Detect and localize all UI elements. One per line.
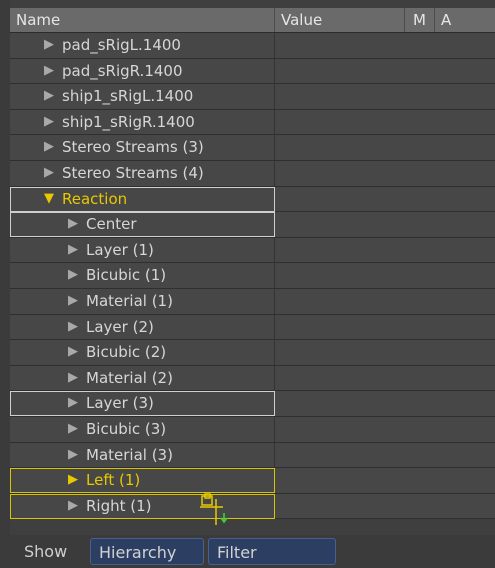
tree-row-label: Material (3) [86, 445, 173, 464]
value-cell[interactable] [275, 289, 495, 314]
value-cell[interactable] [275, 263, 495, 288]
tree-row[interactable]: ▶ Center [10, 212, 495, 238]
tree-row[interactable]: ▶ Material (3) [10, 442, 495, 469]
drag-insert-cursor-icon [200, 493, 228, 525]
tree-row[interactable]: ▶ pad_sRigR.1400 [10, 58, 495, 85]
value-cell[interactable] [275, 135, 495, 160]
tree-row-label: Layer (2) [86, 317, 154, 336]
tree-row-label: Left (1) [86, 471, 141, 490]
expand-arrow-icon[interactable]: ▶ [68, 391, 86, 415]
value-cell[interactable] [275, 468, 495, 493]
value-cell[interactable] [275, 315, 495, 340]
tree-row-label: Reaction [62, 189, 128, 208]
tree-row[interactable]: ▶ Stereo Streams (4) [10, 160, 495, 187]
tree-row[interactable]: ▶ Layer (3) [10, 391, 495, 417]
tree-row-label: Right (1) [86, 496, 152, 515]
tree-row[interactable]: ▶ ship1_sRigR.1400 [10, 109, 495, 136]
tree-row-left[interactable]: ▶ Left (1) [10, 468, 495, 494]
tree-row-label: ship1_sRigL.1400 [62, 87, 194, 106]
column-value-header[interactable]: Value [275, 8, 405, 32]
value-cell[interactable] [275, 340, 495, 365]
expand-arrow-icon[interactable]: ▶ [68, 212, 86, 236]
value-cell[interactable] [275, 391, 495, 416]
tree-row[interactable]: ▶ Bicubic (3) [10, 416, 495, 443]
expand-arrow-icon[interactable]: ▶ [44, 59, 62, 83]
expand-arrow-icon[interactable]: ▶ [44, 135, 62, 159]
tree-row-label: Layer (3) [86, 394, 154, 413]
expand-arrow-icon[interactable]: ▶ [44, 84, 62, 108]
filter-button[interactable]: Filter [208, 538, 336, 565]
column-header: Name Value M A [10, 8, 495, 33]
footer-bar: Show Hierarchy Filter [10, 535, 495, 568]
tree-list: ▶ pad_sRigL.1400 ▶ pad_sRigR.1400 ▶ ship1_s… [10, 33, 495, 520]
tree-row[interactable]: ▶ Layer (1) [10, 237, 495, 264]
expand-arrow-icon[interactable]: ▶ [68, 238, 86, 262]
value-cell[interactable] [275, 161, 495, 186]
show-label: Show [24, 542, 68, 561]
column-name-header[interactable]: Name [10, 8, 275, 32]
value-cell[interactable] [275, 417, 495, 442]
value-cell[interactable] [275, 59, 495, 84]
tree-row-label: Material (1) [86, 291, 173, 310]
tree-row-right[interactable]: ▶ Right (1) [10, 493, 495, 520]
tree-row-reaction[interactable]: ▼ Reaction [10, 186, 495, 213]
collapse-arrow-icon[interactable]: ▼ [44, 187, 62, 211]
tree-row[interactable]: ▶ Bicubic (2) [10, 340, 495, 366]
tree-row[interactable]: ▶ Material (1) [10, 288, 495, 315]
tree-row-label: Bicubic (2) [86, 343, 167, 362]
expand-arrow-icon[interactable]: ▶ [68, 494, 86, 518]
value-cell[interactable] [275, 238, 495, 263]
value-cell[interactable] [275, 110, 495, 135]
tree-row-label: pad_sRigR.1400 [62, 61, 183, 80]
tree-row-label: Material (2) [86, 368, 173, 387]
value-cell[interactable] [275, 212, 495, 237]
hierarchy-button[interactable]: Hierarchy [90, 538, 204, 565]
expand-arrow-icon[interactable]: ▶ [68, 366, 86, 390]
expand-arrow-icon[interactable]: ▶ [44, 161, 62, 185]
expand-arrow-icon[interactable]: ▶ [68, 443, 86, 467]
expand-arrow-icon[interactable]: ▶ [68, 340, 86, 364]
tree-row[interactable]: ▶ Bicubic (1) [10, 263, 495, 289]
value-cell[interactable] [275, 84, 495, 109]
tree-row-label: ship1_sRigR.1400 [62, 112, 195, 131]
value-cell[interactable] [275, 494, 495, 519]
tree-row[interactable]: ▶ Layer (2) [10, 314, 495, 341]
value-cell[interactable] [275, 366, 495, 391]
schematic-list-panel: Name Value M A ▶ pad_sRigL.1400 ▶ pad_sRig… [10, 0, 495, 568]
expand-arrow-icon[interactable]: ▶ [68, 289, 86, 313]
tree-row-label: Bicubic (1) [86, 266, 167, 285]
tree-row-label: pad_sRigL.1400 [62, 36, 181, 54]
tree-row[interactable]: ▶ Material (2) [10, 365, 495, 392]
tree-row-label: Bicubic (3) [86, 419, 167, 438]
column-m-header[interactable]: M [405, 8, 435, 32]
column-a-header[interactable]: A [435, 8, 495, 32]
expand-arrow-icon[interactable]: ▶ [68, 263, 86, 287]
value-cell[interactable] [275, 187, 495, 212]
tree-row[interactable]: ▶ pad_sRigL.1400 [10, 33, 495, 59]
tree-row-label: Layer (1) [86, 240, 154, 259]
expand-arrow-icon[interactable]: ▶ [44, 33, 62, 57]
expand-arrow-icon[interactable]: ▶ [68, 468, 86, 492]
value-cell[interactable] [275, 33, 495, 58]
expand-arrow-icon[interactable]: ▶ [68, 315, 86, 339]
tree-row-label: Center [86, 215, 137, 234]
expand-arrow-icon[interactable]: ▶ [68, 417, 86, 441]
value-cell[interactable] [275, 443, 495, 468]
tree-row[interactable]: ▶ ship1_sRigL.1400 [10, 84, 495, 110]
tree-row-label: Stereo Streams (4) [62, 163, 204, 182]
tree-row-label: Stereo Streams (3) [62, 138, 204, 157]
tree-row[interactable]: ▶ Stereo Streams (3) [10, 135, 495, 161]
expand-arrow-icon[interactable]: ▶ [44, 110, 62, 134]
